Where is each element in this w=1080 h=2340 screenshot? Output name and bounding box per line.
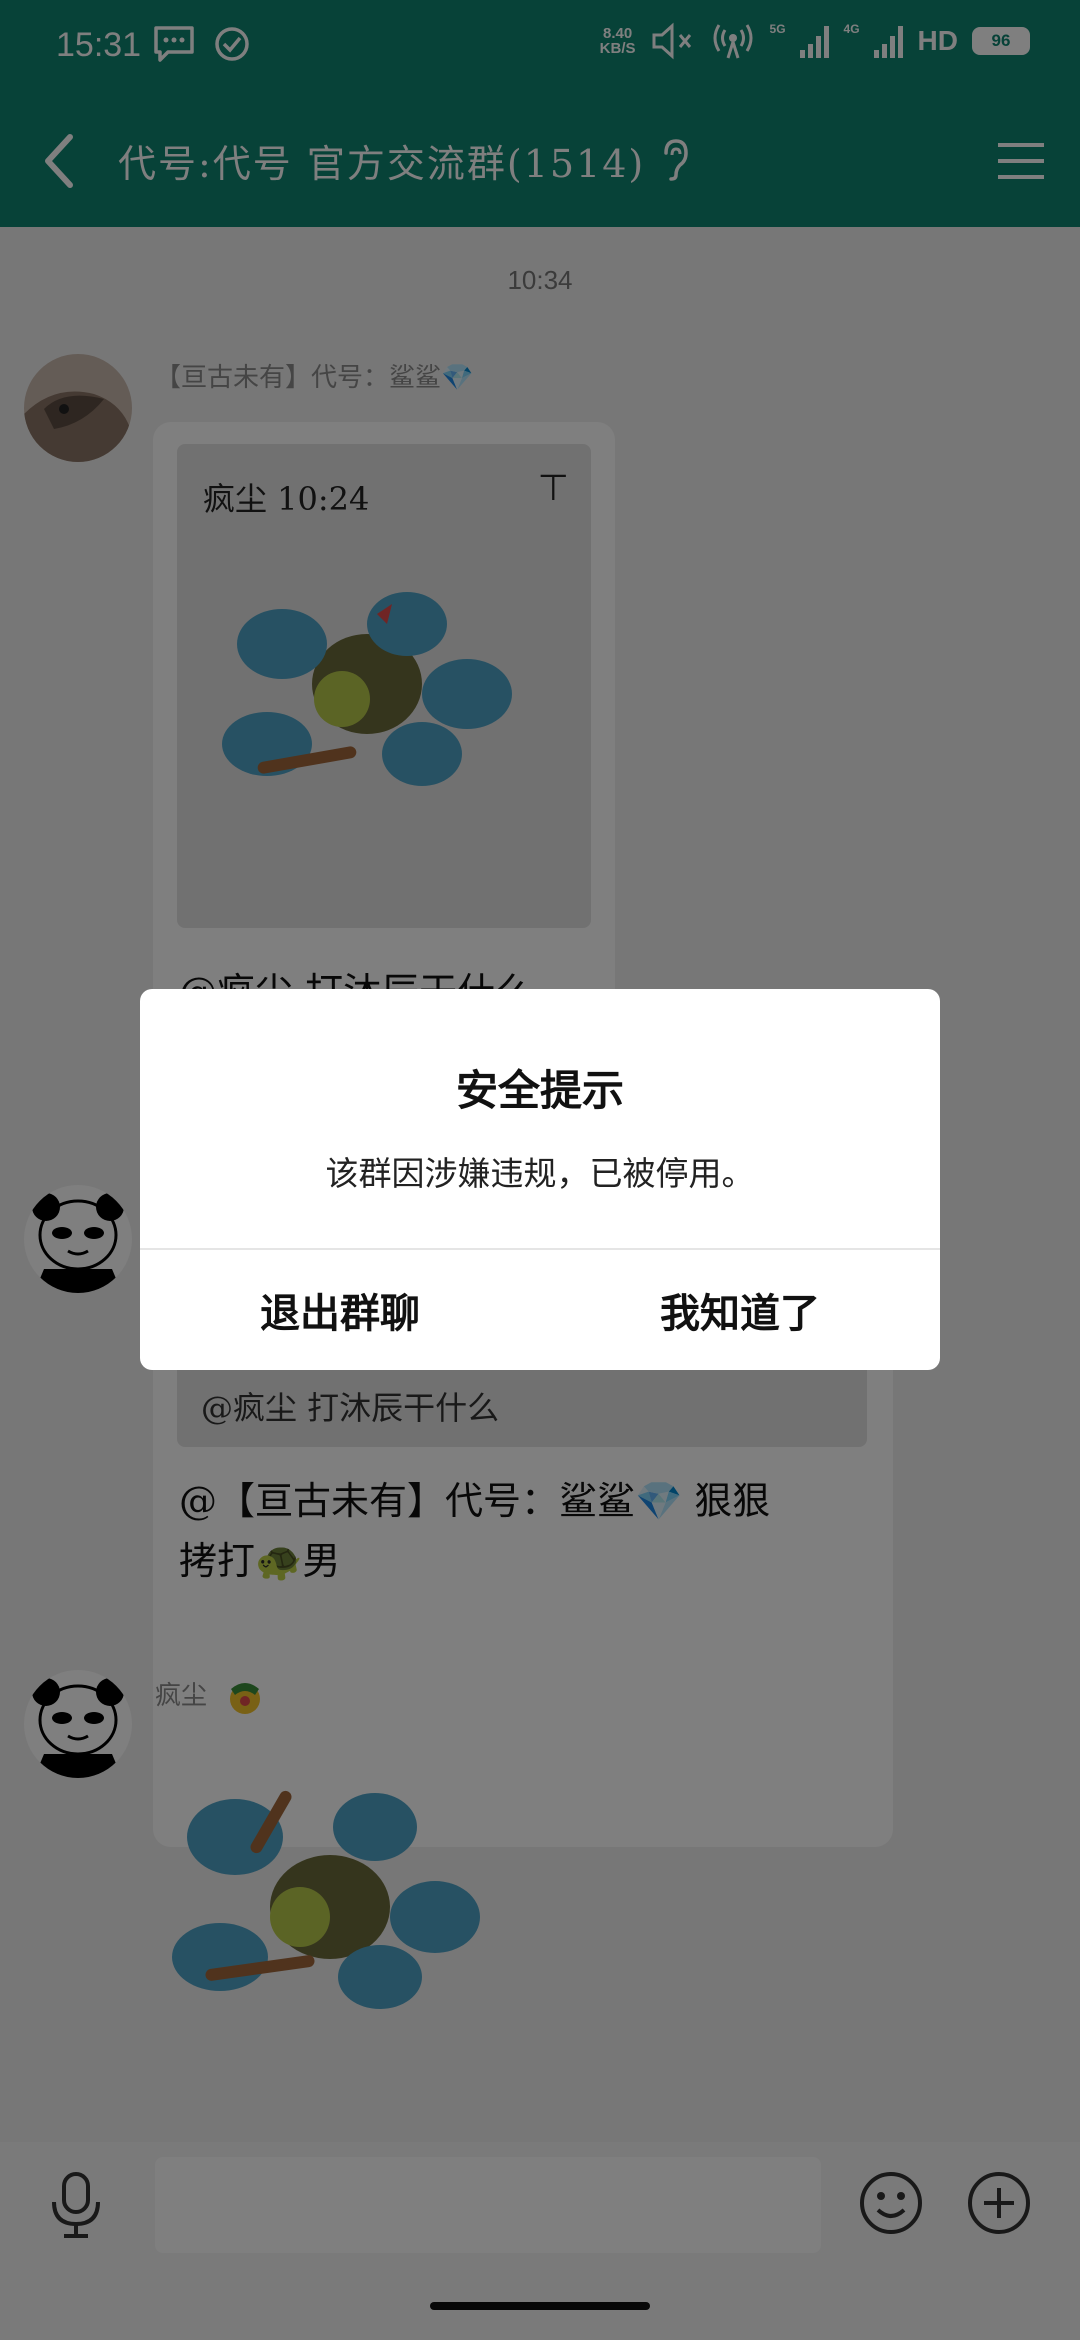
exit-group-button[interactable]: 退出群聊 (140, 1250, 540, 1370)
security-alert-dialog: 安全提示 该群因涉嫌违规，已被停用。 退出群聊 我知道了 (140, 989, 940, 1370)
acknowledge-button[interactable]: 我知道了 (540, 1250, 940, 1370)
dialog-message: 该群因涉嫌违规，已被停用。 (325, 1154, 755, 1193)
dialog-title: 安全提示 (455, 1066, 624, 1115)
